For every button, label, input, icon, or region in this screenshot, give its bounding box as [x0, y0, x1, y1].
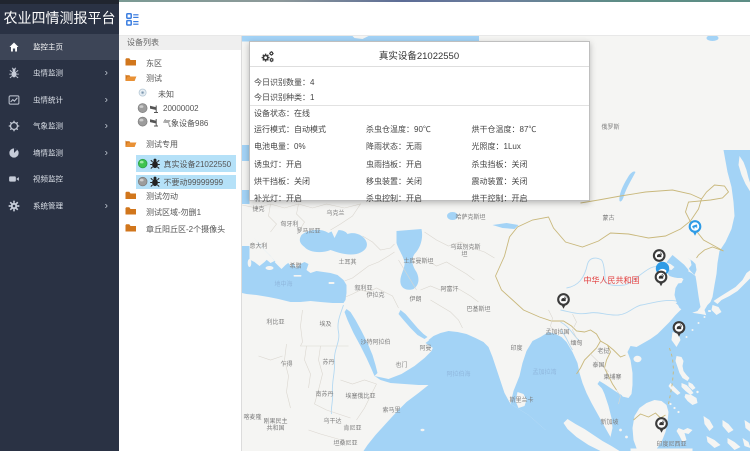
svg-text:索马里: 索马里 [382, 406, 400, 414]
svg-text:伊朗: 伊朗 [409, 295, 421, 303]
svg-text:泰国: 泰国 [592, 361, 604, 369]
svg-text:罗马尼亚: 罗马尼亚 [296, 227, 320, 235]
svg-text:新加坡: 新加坡 [600, 418, 618, 426]
svg-text:也门: 也门 [395, 361, 407, 369]
svg-text:俄罗斯: 俄罗斯 [601, 123, 619, 131]
svg-text:巴基斯坦: 巴基斯坦 [466, 305, 490, 313]
svg-text:刚果民主: 刚果民主 [263, 417, 287, 425]
svg-text:希腊: 希腊 [289, 262, 301, 270]
svg-text:蒙古: 蒙古 [602, 214, 614, 222]
svg-text:柬埔寨: 柬埔寨 [603, 373, 621, 381]
svg-text:阿曼: 阿曼 [419, 344, 431, 352]
svg-text:乌干达: 乌干达 [323, 417, 341, 425]
svg-text:哈萨克斯坦: 哈萨克斯坦 [455, 213, 485, 221]
svg-text:利比亚: 利比亚 [266, 318, 284, 326]
svg-text:阿富汗: 阿富汗 [440, 285, 458, 293]
svg-text:土库曼斯坦: 土库曼斯坦 [403, 257, 433, 265]
svg-text:土耳其: 土耳其 [338, 258, 356, 266]
svg-text:斯里兰卡: 斯里兰卡 [509, 396, 533, 404]
svg-text:乌克兰: 乌克兰 [326, 209, 344, 217]
svg-text:坦桑尼亚: 坦桑尼亚 [333, 439, 357, 447]
svg-text:缅甸: 缅甸 [570, 339, 582, 347]
svg-text:沙特阿拉伯: 沙特阿拉伯 [360, 338, 390, 346]
svg-text:阿拉伯海: 阿拉伯海 [446, 370, 470, 378]
svg-text:伊拉克: 伊拉克 [366, 291, 384, 299]
svg-text:喀麦隆: 喀麦隆 [243, 413, 261, 421]
svg-text:坦: 坦 [461, 250, 467, 258]
svg-text:地中海: 地中海 [274, 280, 292, 288]
svg-text:肯尼亚: 肯尼亚 [343, 424, 361, 432]
svg-text:捷克: 捷克 [252, 205, 264, 213]
svg-text:叙利亚: 叙利亚 [354, 284, 372, 292]
svg-text:埃塞俄比亚: 埃塞俄比亚 [345, 392, 375, 400]
svg-text:乍得: 乍得 [280, 360, 292, 368]
svg-text:意大利: 意大利 [249, 242, 267, 250]
svg-text:孟加拉湾: 孟加拉湾 [532, 368, 556, 376]
svg-text:南苏丹: 南苏丹 [315, 390, 333, 398]
svg-text:中华人民共和国: 中华人民共和国 [583, 275, 639, 285]
svg-text:印度: 印度 [510, 344, 522, 352]
svg-text:老挝: 老挝 [597, 347, 609, 355]
svg-text:印度尼西亚: 印度尼西亚 [656, 440, 686, 448]
svg-text:匈牙利: 匈牙利 [280, 220, 298, 228]
svg-text:共和国: 共和国 [266, 424, 284, 432]
svg-text:苏丹: 苏丹 [322, 358, 334, 366]
svg-text:埃及: 埃及 [319, 320, 331, 328]
svg-text:孟加拉国: 孟加拉国 [545, 328, 569, 336]
svg-text:乌兹别克斯: 乌兹别克斯 [450, 243, 480, 251]
